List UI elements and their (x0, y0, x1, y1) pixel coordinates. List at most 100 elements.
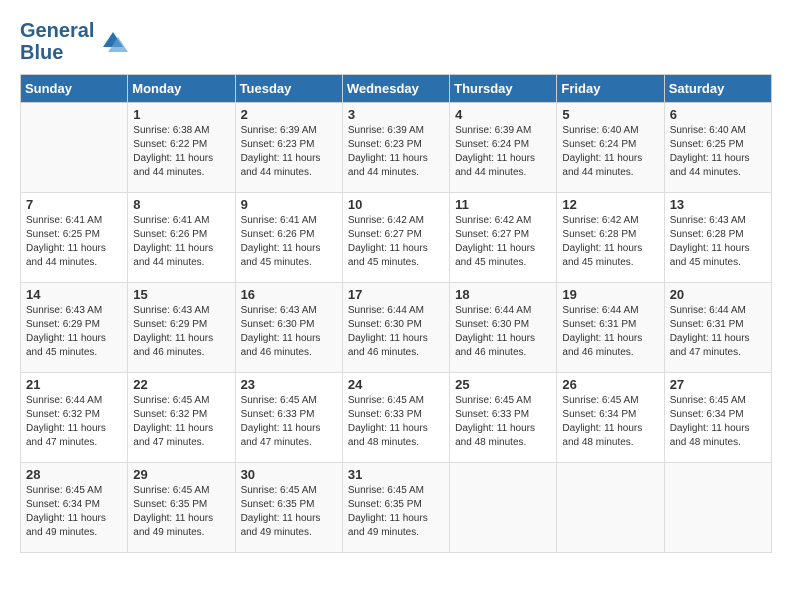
logo: GeneralBlue (20, 20, 128, 64)
cell-info: Sunrise: 6:41 AMSunset: 6:26 PMDaylight:… (241, 214, 337, 270)
day-number: 25 (455, 377, 551, 392)
calendar-cell: 15 Sunrise: 6:43 AMSunset: 6:29 PMDayligh… (128, 283, 235, 373)
cell-info: Sunrise: 6:42 AMSunset: 6:27 PMDaylight:… (455, 214, 551, 270)
calendar-cell: 11 Sunrise: 6:42 AMSunset: 6:27 PMDayligh… (450, 193, 557, 283)
calendar-cell: 10 Sunrise: 6:42 AMSunset: 6:27 PMDayligh… (342, 193, 449, 283)
cell-info: Sunrise: 6:45 AMSunset: 6:33 PMDaylight:… (455, 394, 551, 450)
calendar-cell: 12Sunrise: 6:42 AMSunset: 6:28 PMDayligh… (557, 193, 664, 283)
calendar-cell: 5 Sunrise: 6:40 AMSunset: 6:24 PMDaylight… (557, 103, 664, 193)
calendar-cell: 31 Sunrise: 6:45 AMSunset: 6:35 PMDayligh… (342, 463, 449, 553)
calendar-cell: 9 Sunrise: 6:41 AMSunset: 6:26 PMDaylight… (235, 193, 342, 283)
col-header-sunday: Sunday (21, 75, 128, 103)
day-number: 12 (562, 197, 658, 212)
day-number: 29 (133, 467, 229, 482)
day-number: 16 (241, 287, 337, 302)
cell-info: Sunrise: 6:45 AMSunset: 6:35 PMDaylight:… (241, 484, 337, 540)
logo-icon (98, 27, 128, 57)
cell-info: Sunrise: 6:41 AMSunset: 6:26 PMDaylight:… (133, 214, 229, 270)
day-number: 20 (670, 287, 766, 302)
cell-info: Sunrise: 6:40 AMSunset: 6:25 PMDaylight:… (670, 124, 766, 180)
col-header-wednesday: Wednesday (342, 75, 449, 103)
calendar-cell: 21Sunrise: 6:44 AMSunset: 6:32 PMDayligh… (21, 373, 128, 463)
week-row-1: 1 Sunrise: 6:38 AMSunset: 6:22 PMDaylight… (21, 103, 772, 193)
day-number: 2 (241, 107, 337, 122)
col-header-tuesday: Tuesday (235, 75, 342, 103)
calendar-cell: 29 Sunrise: 6:45 AMSunset: 6:35 PMDayligh… (128, 463, 235, 553)
calendar-cell: 20 Sunrise: 6:44 AMSunset: 6:31 PMDayligh… (664, 283, 771, 373)
cell-info: Sunrise: 6:45 AMSunset: 6:35 PMDaylight:… (348, 484, 444, 540)
cell-info: Sunrise: 6:44 AMSunset: 6:31 PMDaylight:… (562, 304, 658, 360)
day-number: 10 (348, 197, 444, 212)
day-number: 30 (241, 467, 337, 482)
col-header-saturday: Saturday (664, 75, 771, 103)
day-number: 23 (241, 377, 337, 392)
calendar-cell: 3 Sunrise: 6:39 AMSunset: 6:23 PMDaylight… (342, 103, 449, 193)
calendar-table: SundayMondayTuesdayWednesdayThursdayFrid… (20, 74, 772, 553)
day-number: 1 (133, 107, 229, 122)
day-number: 5 (562, 107, 658, 122)
day-number: 11 (455, 197, 551, 212)
cell-info: Sunrise: 6:43 AMSunset: 6:29 PMDaylight:… (26, 304, 122, 360)
cell-info: Sunrise: 6:44 AMSunset: 6:30 PMDaylight:… (455, 304, 551, 360)
cell-info: Sunrise: 6:45 AMSunset: 6:32 PMDaylight:… (133, 394, 229, 450)
cell-info: Sunrise: 6:45 AMSunset: 6:34 PMDaylight:… (670, 394, 766, 450)
calendar-cell: 23 Sunrise: 6:45 AMSunset: 6:33 PMDayligh… (235, 373, 342, 463)
calendar-cell: 27 Sunrise: 6:45 AMSunset: 6:34 PMDayligh… (664, 373, 771, 463)
calendar-cell: 2 Sunrise: 6:39 AMSunset: 6:23 PMDaylight… (235, 103, 342, 193)
week-row-5: 28 Sunrise: 6:45 AMSunset: 6:34 PMDayligh… (21, 463, 772, 553)
cell-info: Sunrise: 6:40 AMSunset: 6:24 PMDaylight:… (562, 124, 658, 180)
day-number: 24 (348, 377, 444, 392)
calendar-cell: 28 Sunrise: 6:45 AMSunset: 6:34 PMDayligh… (21, 463, 128, 553)
calendar-cell: 30 Sunrise: 6:45 AMSunset: 6:35 PMDayligh… (235, 463, 342, 553)
day-number: 4 (455, 107, 551, 122)
calendar-cell: 25 Sunrise: 6:45 AMSunset: 6:33 PMDayligh… (450, 373, 557, 463)
calendar-cell: 16 Sunrise: 6:43 AMSunset: 6:30 PMDayligh… (235, 283, 342, 373)
calendar-cell: 13Sunrise: 6:43 AMSunset: 6:28 PMDayligh… (664, 193, 771, 283)
cell-info: Sunrise: 6:43 AMSunset: 6:30 PMDaylight:… (241, 304, 337, 360)
cell-info: Sunrise: 6:45 AMSunset: 6:33 PMDaylight:… (241, 394, 337, 450)
cell-info: Sunrise: 6:45 AMSunset: 6:35 PMDaylight:… (133, 484, 229, 540)
day-number: 7 (26, 197, 122, 212)
cell-info: Sunrise: 6:44 AMSunset: 6:31 PMDaylight:… (670, 304, 766, 360)
day-number: 31 (348, 467, 444, 482)
day-number: 26 (562, 377, 658, 392)
cell-info: Sunrise: 6:38 AMSunset: 6:22 PMDaylight:… (133, 124, 229, 180)
day-number: 3 (348, 107, 444, 122)
day-number: 18 (455, 287, 551, 302)
logo-text: GeneralBlue (20, 20, 94, 64)
day-number: 28 (26, 467, 122, 482)
col-header-monday: Monday (128, 75, 235, 103)
cell-info: Sunrise: 6:44 AMSunset: 6:32 PMDaylight:… (26, 394, 122, 450)
calendar-cell: 17Sunrise: 6:44 AMSunset: 6:30 PMDayligh… (342, 283, 449, 373)
day-number: 14 (26, 287, 122, 302)
calendar-cell: 14 Sunrise: 6:43 AMSunset: 6:29 PMDayligh… (21, 283, 128, 373)
day-number: 9 (241, 197, 337, 212)
week-row-2: 7 Sunrise: 6:41 AMSunset: 6:25 PMDaylight… (21, 193, 772, 283)
calendar-cell: 1 Sunrise: 6:38 AMSunset: 6:22 PMDaylight… (128, 103, 235, 193)
cell-info: Sunrise: 6:42 AMSunset: 6:27 PMDaylight:… (348, 214, 444, 270)
calendar-cell: 22Sunrise: 6:45 AMSunset: 6:32 PMDayligh… (128, 373, 235, 463)
cell-info: Sunrise: 6:43 AMSunset: 6:29 PMDaylight:… (133, 304, 229, 360)
page-header: GeneralBlue (20, 20, 772, 64)
cell-info: Sunrise: 6:41 AMSunset: 6:25 PMDaylight:… (26, 214, 122, 270)
cell-info: Sunrise: 6:39 AMSunset: 6:23 PMDaylight:… (348, 124, 444, 180)
calendar-cell: 8 Sunrise: 6:41 AMSunset: 6:26 PMDaylight… (128, 193, 235, 283)
col-header-thursday: Thursday (450, 75, 557, 103)
calendar-cell (21, 103, 128, 193)
calendar-cell: 7 Sunrise: 6:41 AMSunset: 6:25 PMDaylight… (21, 193, 128, 283)
day-number: 15 (133, 287, 229, 302)
cell-info: Sunrise: 6:44 AMSunset: 6:30 PMDaylight:… (348, 304, 444, 360)
calendar-cell: 6Sunrise: 6:40 AMSunset: 6:25 PMDaylight… (664, 103, 771, 193)
cell-info: Sunrise: 6:39 AMSunset: 6:23 PMDaylight:… (241, 124, 337, 180)
calendar-cell: 26 Sunrise: 6:45 AMSunset: 6:34 PMDayligh… (557, 373, 664, 463)
day-number: 8 (133, 197, 229, 212)
cell-info: Sunrise: 6:45 AMSunset: 6:34 PMDaylight:… (26, 484, 122, 540)
cell-info: Sunrise: 6:39 AMSunset: 6:24 PMDaylight:… (455, 124, 551, 180)
day-number: 13 (670, 197, 766, 212)
week-row-4: 21Sunrise: 6:44 AMSunset: 6:32 PMDayligh… (21, 373, 772, 463)
calendar-cell: 4 Sunrise: 6:39 AMSunset: 6:24 PMDaylight… (450, 103, 557, 193)
calendar-cell: 19Sunrise: 6:44 AMSunset: 6:31 PMDayligh… (557, 283, 664, 373)
day-number: 27 (670, 377, 766, 392)
cell-info: Sunrise: 6:45 AMSunset: 6:34 PMDaylight:… (562, 394, 658, 450)
calendar-cell (664, 463, 771, 553)
